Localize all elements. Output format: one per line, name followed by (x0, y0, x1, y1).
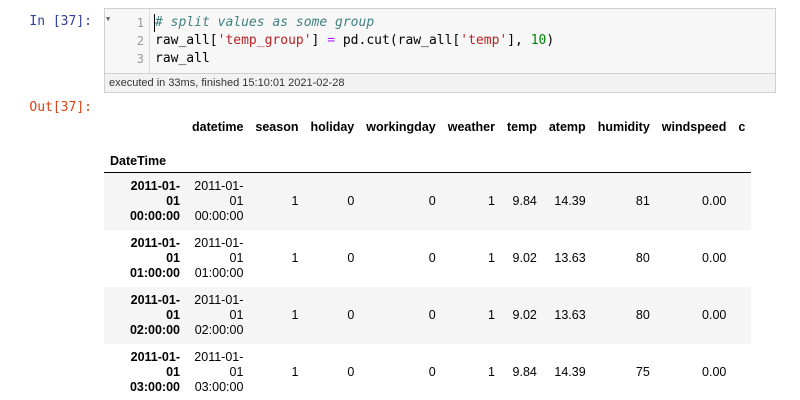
line-number: 2 (136, 34, 144, 48)
temp-cell: 9.02 (512, 308, 537, 322)
line-number: 1 (136, 16, 144, 30)
row-index: 2011-01- 01 00:00:00 (129, 178, 180, 223)
index-header-blank (104, 108, 186, 146)
column-header: season (255, 120, 299, 134)
holiday-cell: 0 (347, 365, 355, 379)
weather-cell: 1 (488, 308, 495, 322)
workingday-cell: 0 (428, 365, 436, 379)
row-index: 2011-01- 01 03:00:00 (129, 349, 180, 394)
code-operator: = (327, 33, 336, 48)
column-header-row: datetime season holiday workingday weath… (104, 108, 751, 146)
code-number: 10 (530, 33, 547, 48)
season-cell: 1 (291, 194, 299, 209)
index-name-row: DateTime (104, 146, 752, 173)
atemp-cell: 13.63 (554, 308, 586, 322)
atemp-cell: 14.39 (554, 194, 586, 209)
temp-cell: 9.84 (512, 365, 537, 379)
season-cell: 1 (291, 251, 299, 265)
windspeed-cell: 0.00 (702, 194, 727, 209)
column-header: weather (447, 120, 495, 134)
code-token: pd.cut(raw_all[ (335, 33, 461, 48)
code-token: ] (311, 33, 328, 48)
code-string: 'temp_group' (217, 33, 312, 48)
column-header: holiday (310, 120, 355, 134)
holiday-cell: 0 (347, 251, 355, 265)
code-line-1: # split values as some group (155, 14, 374, 32)
row-index: 2011-01- 01 02:00:00 (129, 292, 180, 337)
table-row: 2011-01- 01 01:00:00 2011-01- 01 01:00:00 1 … (104, 230, 751, 287)
holiday-cell: 0 (347, 194, 355, 209)
table-row: 2011-01- 01 02:00:00 2011-01- 01 02:00:00 1 … (104, 286, 752, 344)
fold-triangle-icon[interactable]: ▼ (106, 15, 110, 23)
table-row: 2011-01- 01 03:00:00 2011-01- 01 03:00:00 1 … (104, 344, 751, 400)
row-index: 2011-01- 01 01:00:00 (129, 235, 180, 280)
column-header: datetime (192, 120, 244, 134)
weather-cell: 1 (488, 194, 495, 209)
execution-info: executed in 33ms, finished 15:10:01 2021… (104, 74, 776, 93)
output-prompt: Out[37]: (29, 100, 92, 115)
column-header: atemp (548, 120, 586, 134)
atemp-cell: 14.39 (554, 365, 586, 379)
holiday-cell: 0 (347, 308, 355, 322)
code-token: raw_all[ (155, 33, 218, 48)
code-token: ], (507, 33, 531, 48)
weather-cell: 1 (488, 365, 495, 379)
windspeed-cell: 0.00 (702, 308, 727, 322)
code-token: ) (546, 33, 555, 48)
column-header: temp (506, 120, 537, 134)
table-row: 2011-01- 01 00:00:00 2011-01- 01 00:00:00 1 … (104, 172, 752, 230)
code-line-2: raw_all['temp_group'] = pd.cut(raw_all['… (155, 32, 554, 50)
code-editor[interactable]: ▼ 1 2 3 # split values as some group raw… (104, 8, 776, 74)
humidity-cell: 75 (635, 365, 650, 379)
dataframe-table: datetime season holiday workingday weath… (104, 108, 752, 400)
atemp-cell: 13.63 (554, 251, 586, 265)
datetime-cell: 2011-01- 01 01:00:00 (194, 235, 244, 280)
column-header: c (738, 120, 746, 134)
dataframe-output[interactable]: datetime season holiday workingday weath… (104, 108, 776, 400)
column-header: windspeed (661, 120, 727, 134)
humidity-cell: 81 (635, 194, 650, 209)
datetime-cell: 2011-01- 01 00:00:00 (194, 178, 244, 223)
column-header: humidity (597, 120, 650, 134)
temp-cell: 9.02 (512, 251, 537, 265)
index-name: DateTime (104, 146, 186, 173)
temp-cell: 9.84 (512, 194, 537, 209)
datetime-cell: 2011-01- 01 02:00:00 (194, 292, 244, 337)
humidity-cell: 80 (635, 251, 650, 265)
workingday-cell: 0 (428, 194, 436, 209)
windspeed-cell: 0.00 (702, 251, 727, 265)
season-cell: 1 (291, 365, 299, 379)
weather-cell: 1 (488, 251, 495, 265)
input-prompt: In [37]: (29, 14, 92, 29)
datetime-cell: 2011-01- 01 03:00:00 (194, 349, 244, 394)
humidity-cell: 80 (635, 308, 650, 322)
windspeed-cell: 0.00 (702, 365, 727, 379)
workingday-cell: 0 (428, 251, 436, 265)
line-number-gutter: ▼ 1 2 3 (105, 9, 150, 73)
season-cell: 1 (291, 308, 299, 322)
code-string: 'temp' (460, 33, 508, 48)
code-comment: # split values as some group (155, 15, 375, 30)
workingday-cell: 0 (428, 308, 436, 322)
column-header: workingday (366, 120, 436, 134)
code-line-3: raw_all (155, 51, 210, 66)
line-number: 3 (136, 52, 144, 66)
